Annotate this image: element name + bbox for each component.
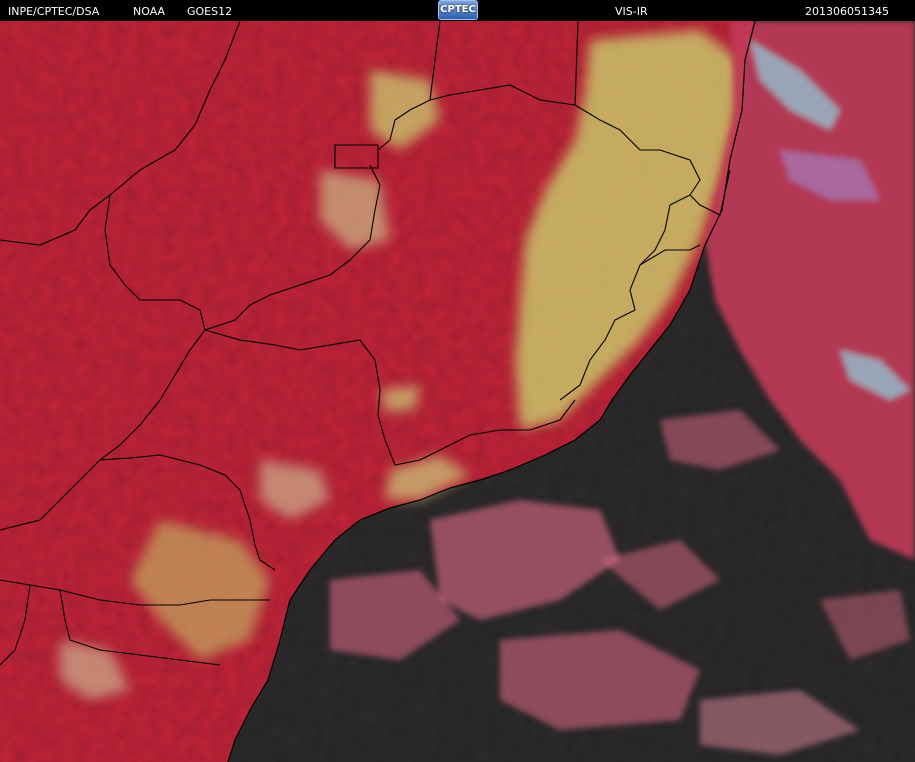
header-bar: INPE/CPTEC/DSA NOAA GOES12 CPTEC VIS-IR … <box>0 0 915 21</box>
cptec-logo: CPTEC <box>438 0 478 20</box>
agency-label: NOAA <box>133 5 166 18</box>
timestamp-label: 201306051345 <box>805 5 889 18</box>
channel-label: VIS-IR <box>615 5 648 18</box>
source-label: INPE/CPTEC/DSA <box>8 5 100 18</box>
satellite-image <box>0 21 915 762</box>
satellite-label: GOES12 <box>187 5 233 18</box>
satellite-map <box>0 21 915 762</box>
